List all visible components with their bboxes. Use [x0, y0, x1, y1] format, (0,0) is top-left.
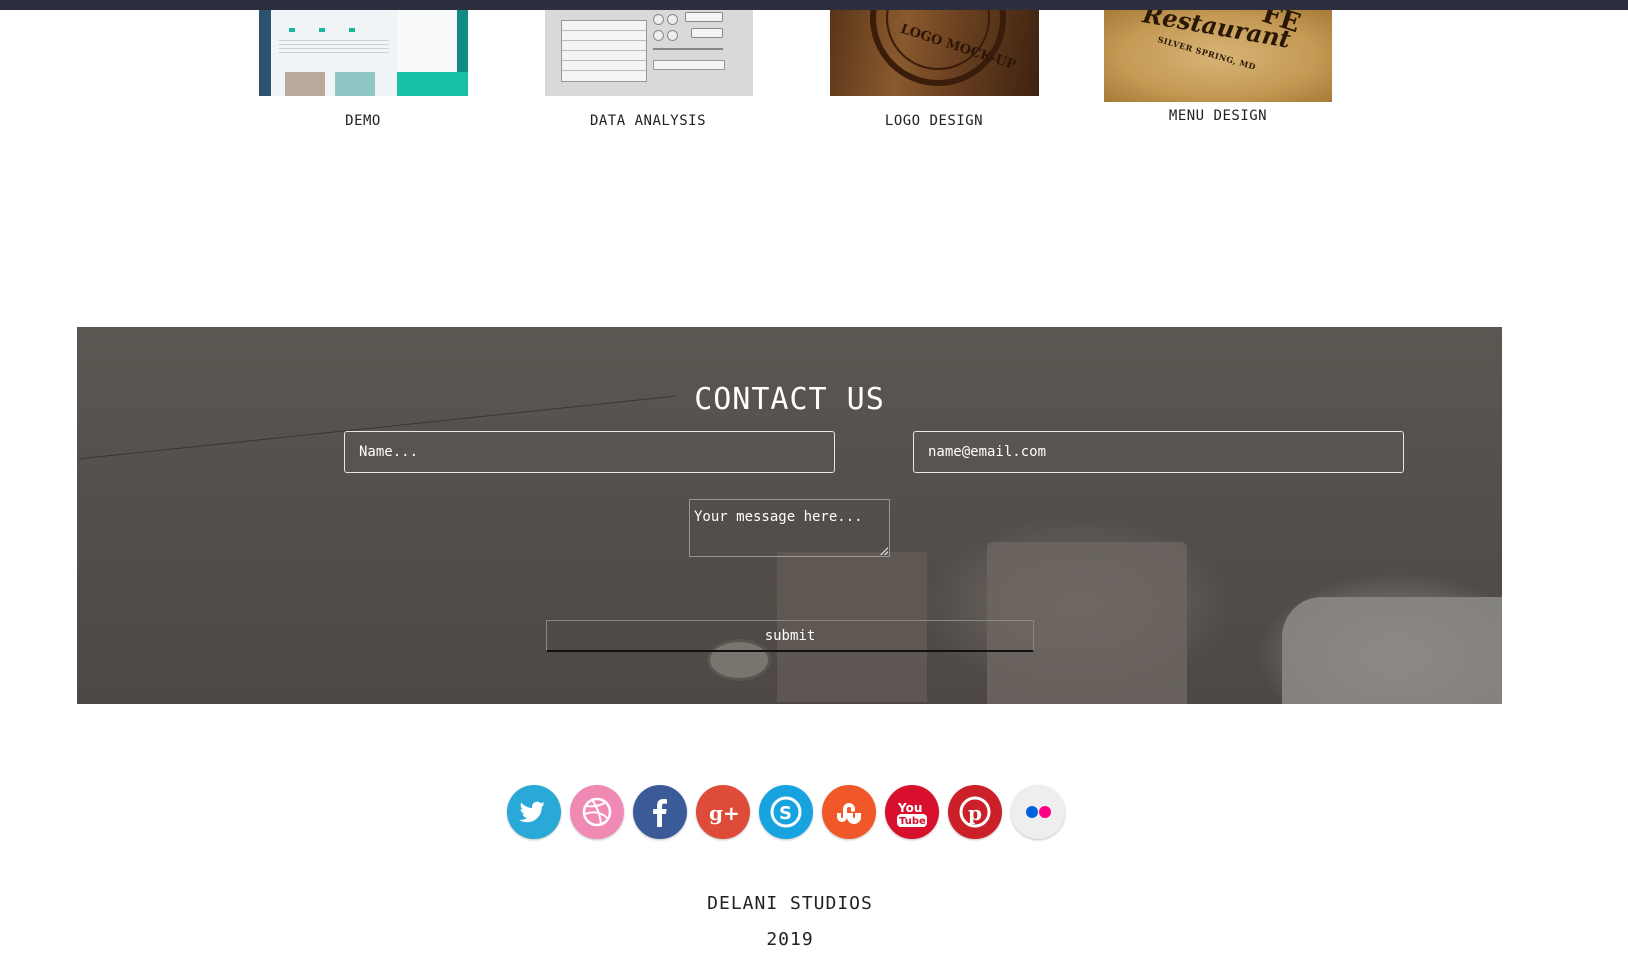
flickr-icon[interactable] — [1011, 785, 1065, 839]
portfolio-caption-logo-design: LOGO DESIGN — [884, 113, 984, 129]
email-input[interactable]: name@email.com — [913, 431, 1404, 473]
svg-text:S: S — [779, 803, 792, 824]
thumb-demo-dots — [289, 28, 379, 32]
youtube-icon[interactable]: You Tube — [885, 785, 939, 839]
thumb-data-slider — [653, 48, 723, 50]
thumb-data-radio — [667, 30, 678, 41]
svg-text:g+: g+ — [709, 801, 740, 825]
svg-text:p: p — [968, 801, 982, 825]
portfolio-section: DEMO DATA ANALYSIS LOGO MOCK-UP LOGO DES… — [0, 0, 1628, 140]
thumb-data-radio — [653, 14, 664, 25]
thumb-data-radio — [653, 30, 664, 41]
dribbble-icon[interactable] — [570, 785, 624, 839]
portfolio-caption-menu-design: MENU DESIGN — [1168, 108, 1268, 124]
thumb-data-radio — [667, 14, 678, 25]
email-input-placeholder: name@email.com — [928, 444, 1047, 460]
portfolio-caption-demo: DEMO — [345, 113, 381, 129]
thumb-demo-image-2 — [335, 72, 375, 96]
thumb-demo-accent — [397, 72, 468, 96]
submit-button[interactable]: submit — [546, 620, 1034, 652]
svg-text:Tube: Tube — [899, 816, 926, 827]
pinterest-icon[interactable]: p — [948, 785, 1002, 839]
thumb-data-tag — [691, 28, 723, 38]
thumb-data-tag — [685, 12, 723, 22]
thumb-demo-lines — [279, 40, 389, 56]
thumb-demo-image-1 — [285, 72, 325, 96]
facebook-icon[interactable] — [633, 785, 687, 839]
contact-title: CONTACT US — [694, 382, 885, 417]
portfolio-thumb-demo[interactable] — [259, 10, 468, 96]
name-input[interactable]: Name... — [344, 431, 835, 473]
stumbleupon-icon[interactable] — [822, 785, 876, 839]
portfolio-thumb-data-analysis[interactable] — [545, 10, 753, 96]
footer-year: 2019 — [766, 929, 814, 950]
message-placeholder: Your message here... — [694, 509, 863, 525]
twitter-icon[interactable] — [507, 785, 561, 839]
thumb-data-list — [561, 20, 647, 82]
portfolio-thumb-logo-design[interactable]: LOGO MOCK-UP — [830, 10, 1039, 96]
contact-section: CONTACT US Name... name@email.com Your m… — [77, 327, 1502, 704]
name-input-placeholder: Name... — [359, 444, 419, 460]
svg-text:You: You — [897, 801, 922, 815]
resize-handle-icon[interactable] — [880, 547, 888, 555]
footer-company: DELANI STUDIOS — [707, 893, 873, 914]
portfolio-thumb-menu-design[interactable]: Restaurant FE SILVER SPRING, MD — [1104, 10, 1332, 102]
background-machine — [1282, 597, 1502, 704]
skype-icon[interactable]: S — [759, 785, 813, 839]
portfolio-caption-data-analysis: DATA ANALYSIS — [589, 113, 707, 129]
thumb-data-bar — [653, 60, 725, 70]
social-links: g+ S You Tube p — [507, 785, 1077, 841]
message-textarea[interactable]: Your message here... — [689, 499, 890, 557]
google-plus-icon[interactable]: g+ — [696, 785, 750, 839]
